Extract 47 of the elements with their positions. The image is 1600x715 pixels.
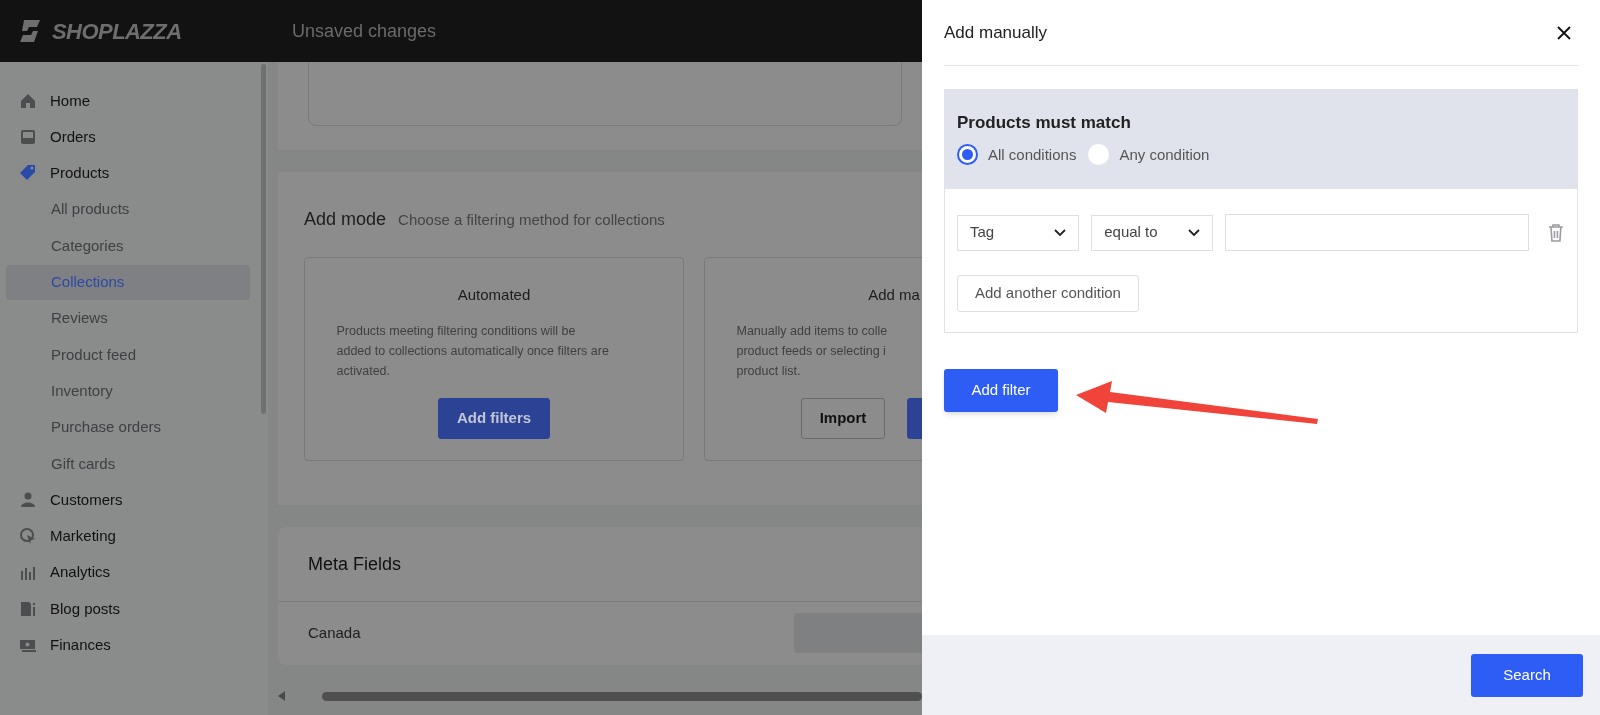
sidebar-item[interactable]: Customers	[6, 482, 250, 518]
sidebar-item[interactable]: Gift cards	[6, 446, 250, 482]
option-description: Products meeting filtering conditions will be added to collections automatically once filters are activated.	[336, 322, 610, 380]
mode-button[interactable]: Import	[800, 397, 886, 439]
card-title: Meta Fields	[308, 552, 402, 576]
add-filter-button[interactable]: Add filter	[944, 368, 1058, 412]
sidebar-item[interactable]: All products	[6, 192, 250, 228]
chevron-down-icon	[1188, 228, 1201, 237]
radio-option[interactable]: All conditions	[957, 143, 1077, 166]
section-subtitle: Choose a filtering method for collections	[398, 210, 665, 230]
drawer-title: Add manually	[944, 21, 1047, 44]
search-button[interactable]: Search	[1471, 653, 1583, 697]
chevron-down-icon	[1054, 228, 1067, 237]
sidebar-item[interactable]: Categories	[6, 228, 250, 264]
add-condition-button[interactable]: Add another condition	[957, 275, 1139, 312]
page-status: Unsaved changes	[292, 19, 437, 43]
logo-text: SHOPLAZZA	[52, 17, 182, 46]
mode-button[interactable]: Add filters	[437, 397, 551, 439]
sidebar-item[interactable]: Blog posts	[6, 591, 250, 627]
radio-option[interactable]: Any condition	[1088, 143, 1210, 166]
close-icon	[1556, 24, 1572, 41]
sidebar-item[interactable]: Inventory	[6, 373, 250, 409]
sidebar-item[interactable]: Orders	[6, 119, 250, 155]
dropdown[interactable]: equal to	[1091, 214, 1214, 251]
dropdown[interactable]: Tag	[957, 214, 1080, 251]
sidebar-item[interactable]: Purchase orders	[6, 409, 250, 445]
scroll-left-icon[interactable]	[278, 691, 286, 701]
option-title: Add ma	[868, 285, 920, 305]
sidebar-item[interactable]: Product feed	[6, 337, 250, 373]
horizontal-scrollbar[interactable]	[322, 691, 922, 701]
sidebar-item[interactable]: Finances	[6, 627, 250, 663]
sidebar-item[interactable]: Marketing	[6, 518, 250, 554]
sidebar-item[interactable]: Home	[6, 83, 250, 119]
condition-value-input[interactable]	[1225, 214, 1530, 251]
sidebar-item[interactable]: Products	[6, 155, 250, 191]
trash-icon[interactable]	[1547, 222, 1565, 243]
option-description: Manually add items to colle product feeds or selecting i product list.	[736, 322, 889, 380]
section-title: Add mode	[304, 208, 387, 231]
sidebar-item[interactable]: Analytics	[6, 555, 250, 591]
option-title: Automated	[457, 285, 531, 305]
sidebar-scrollbar[interactable]	[261, 64, 266, 414]
match-title: Products must match	[957, 112, 1132, 134]
input-field[interactable]	[794, 613, 922, 653]
radio-button[interactable]	[1088, 144, 1110, 166]
field-label: Canada	[308, 622, 361, 643]
sidebar-item[interactable]: Reviews	[6, 301, 250, 337]
radio-button[interactable]	[957, 144, 978, 166]
